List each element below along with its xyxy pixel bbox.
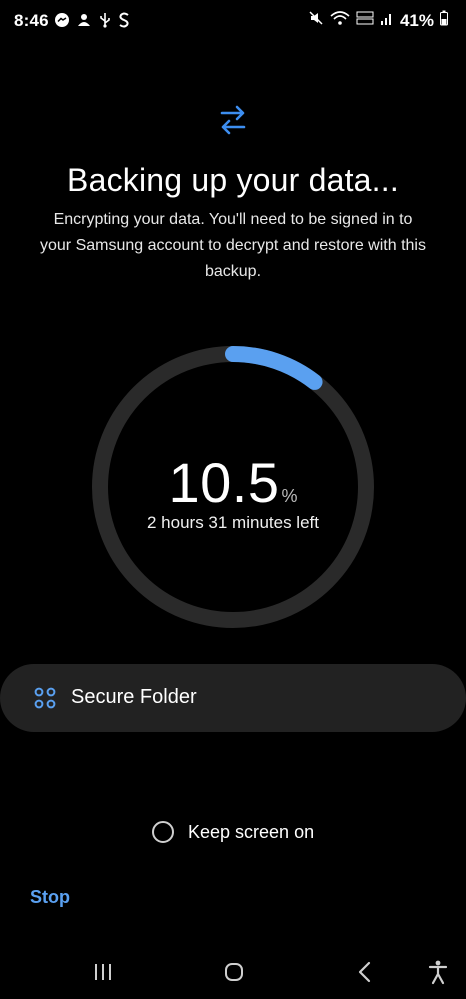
back-icon[interactable] — [350, 959, 380, 985]
battery-icon — [440, 10, 448, 31]
wifi-6-icon — [330, 10, 350, 31]
secure-folder-label: Secure Folder — [71, 686, 197, 708]
time-remaining: 2 hours 31 minutes left — [147, 513, 319, 532]
navigation-bar — [0, 945, 466, 999]
secure-folder-item[interactable]: Secure Folder — [0, 664, 466, 732]
volte-lte-icon — [356, 10, 374, 31]
s-app-icon — [118, 12, 130, 32]
status-time: 8:46 — [14, 11, 49, 30]
keep-screen-on-radio[interactable] — [152, 821, 174, 843]
home-icon[interactable] — [219, 959, 249, 985]
app-notification-icon — [76, 12, 92, 32]
usb-icon — [98, 12, 112, 32]
keep-screen-on-option[interactable]: Keep screen on — [152, 818, 314, 846]
accessibility-icon[interactable] — [424, 959, 454, 985]
keep-screen-on-label: Keep screen on — [188, 821, 315, 842]
mute-icon — [308, 10, 324, 31]
progress-unit: % — [281, 486, 298, 506]
status-left-icons — [54, 12, 130, 32]
stop-button[interactable]: Stop — [30, 887, 70, 908]
recents-icon[interactable] — [88, 959, 118, 985]
signal-icon — [380, 10, 394, 31]
battery-percent: 41% — [399, 10, 434, 30]
page-title: Backing up your data... — [67, 162, 399, 198]
status-right-icons: 41% — [308, 10, 448, 31]
messenger-icon — [54, 12, 70, 32]
status-bar: 8:46 41% — [0, 0, 466, 40]
sync-arrows-icon — [219, 105, 247, 135]
progress-percent: 10.5% — [0, 450, 466, 515]
progress-value: 10.5 — [168, 451, 280, 514]
secure-folder-icon — [34, 687, 56, 709]
page-subtitle: Encrypting your data. You'll need to be … — [40, 211, 426, 280]
